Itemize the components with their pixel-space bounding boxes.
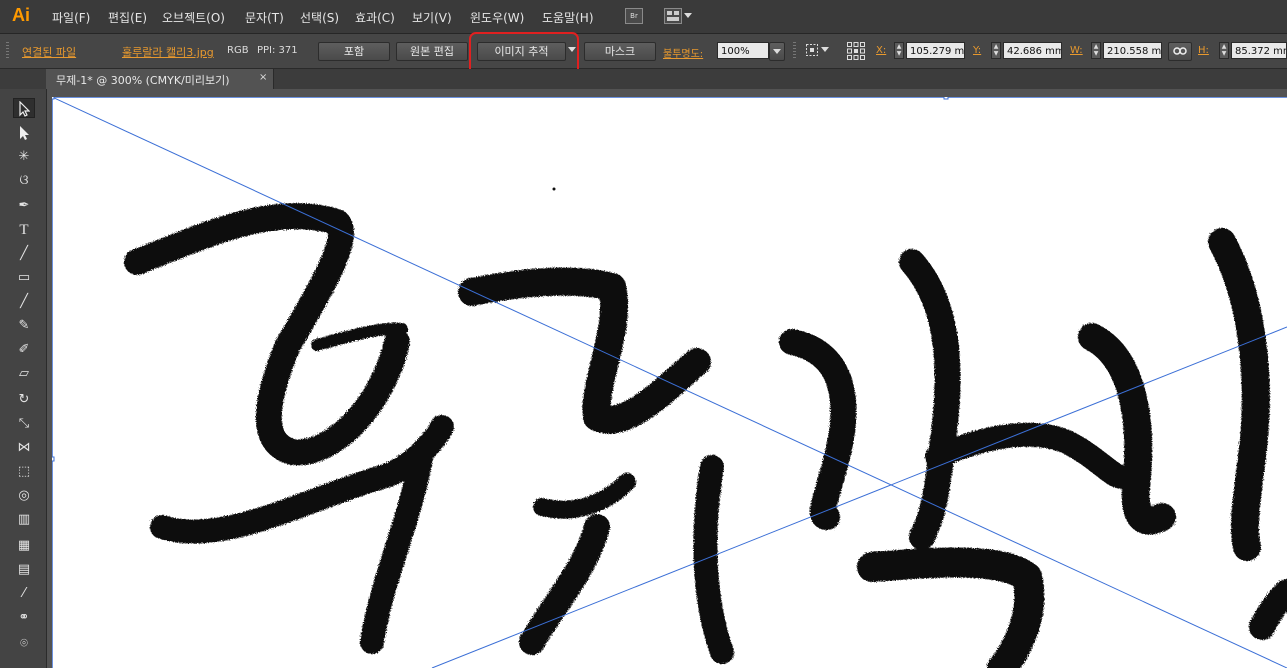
align-to-icon[interactable] <box>805 43 819 60</box>
h-field[interactable]: 85.372 mm <box>1231 42 1287 59</box>
color-mode: RGB <box>227 45 249 56</box>
artboard[interactable] <box>52 97 1287 668</box>
mask-button[interactable]: 마스크 <box>584 42 656 61</box>
lasso-tool-icon[interactable]: ଓ <box>13 171 35 191</box>
control-bar-separator <box>793 42 796 60</box>
document-tab[interactable]: 무제-1* @ 300% (CMYK/미리보기) × <box>46 69 274 89</box>
scale-tool-icon[interactable]: ⤡ <box>13 414 35 434</box>
blob-brush-tool-icon[interactable]: ✐ <box>13 340 35 360</box>
pencil-tool-icon[interactable]: ✎ <box>13 316 35 336</box>
rectangle-tool-icon[interactable]: ▭ <box>13 268 35 288</box>
menu-view[interactable]: 보기(V) <box>412 9 452 26</box>
selection-tool-icon[interactable] <box>13 98 35 118</box>
linked-file-link[interactable]: 연결된 파일 <box>22 44 76 60</box>
menu-edit[interactable]: 편집(E) <box>108 9 147 26</box>
workspace-dropdown-icon[interactable] <box>684 13 692 18</box>
mesh-tool-icon[interactable]: ▦ <box>13 536 35 556</box>
reference-point-icon[interactable] <box>846 41 866 64</box>
menu-file[interactable]: 파일(F) <box>52 9 90 26</box>
line-tool-icon[interactable]: ╱ <box>13 244 35 264</box>
y-stepper[interactable]: ▲ ▼ <box>991 42 1001 59</box>
w-stepper[interactable]: ▲ ▼ <box>1091 42 1101 59</box>
menu-help[interactable]: 도움말(H) <box>542 9 594 26</box>
menu-type[interactable]: 문자(T) <box>245 9 284 26</box>
width-tool-icon[interactable]: ⋈ <box>13 438 35 458</box>
direct-selection-tool-icon[interactable] <box>13 123 35 143</box>
menu-bar: Ai 파일(F) 편집(E) 오브젝트(O) 문자(T) 선택(S) 효과(C)… <box>0 0 1287 34</box>
document-tab-label: 무제-1* @ 300% (CMYK/미리보기) <box>56 74 230 87</box>
app-logo: Ai <box>12 5 30 25</box>
selection-handle[interactable] <box>52 97 55 100</box>
control-bar-grip[interactable] <box>6 42 9 60</box>
eraser-tool-icon[interactable]: ▱ <box>13 364 35 384</box>
file-name-link[interactable]: 훌루랄라 캘리3.jpg <box>122 44 214 60</box>
y-label: Y: <box>973 45 982 56</box>
h-label: H: <box>1198 45 1209 56</box>
rotate-tool-icon[interactable]: ↻ <box>13 390 35 410</box>
x-field[interactable]: 105.279 mm <box>906 42 965 59</box>
menu-effect[interactable]: 효과(C) <box>355 9 395 26</box>
bridge-icon[interactable]: Br <box>625 8 643 24</box>
h-stepper[interactable]: ▲ ▼ <box>1219 42 1229 59</box>
y-field[interactable]: 42.686 mm <box>1003 42 1062 59</box>
menu-window[interactable]: 윈도우(W) <box>470 9 524 26</box>
ppi-value: PPI: 371 <box>257 45 298 56</box>
gradient-tool-icon[interactable]: ▤ <box>13 560 35 580</box>
paintbrush-tool-icon[interactable]: ╱ <box>13 292 35 312</box>
graph-tool-icon[interactable]: ▥ <box>13 510 35 530</box>
edit-original-button[interactable]: 원본 편집 <box>396 42 468 61</box>
close-icon[interactable]: × <box>259 72 267 83</box>
symbol-sprayer-tool-icon[interactable]: ⌾ <box>13 634 35 654</box>
control-bar: 연결된 파일 훌루랄라 캘리3.jpg RGB PPI: 371 포함 원본 편… <box>0 34 1287 69</box>
selection-diagonal-line <box>52 97 1287 668</box>
image-speck <box>552 187 556 191</box>
pen-tool-icon[interactable]: ✒ <box>13 196 35 216</box>
x-stepper[interactable]: ▲ ▼ <box>894 42 904 59</box>
free-transform-tool-icon[interactable]: ⬚ <box>13 462 35 482</box>
align-dropdown-icon[interactable] <box>821 47 829 52</box>
w-label: W: <box>1070 45 1083 56</box>
constrain-proportions-link-icon[interactable] <box>1168 42 1192 61</box>
selection-handle[interactable] <box>943 97 949 100</box>
menu-select[interactable]: 선택(S) <box>300 9 339 26</box>
selection-diagonal-line <box>431 326 1287 668</box>
selection-handle[interactable] <box>52 456 55 462</box>
opacity-dropdown[interactable] <box>769 42 785 61</box>
menu-object[interactable]: 오브젝트(O) <box>162 9 225 26</box>
tools-panel: ▸▸ ✳ ଓ ✒ T ╱ ▭ ╱ ✎ ✐ ▱ ↻ ⤡ ⋈ ⬚ ◎ ▥ ▦ ▤ ⁄… <box>0 69 47 668</box>
x-label: X: <box>876 45 887 56</box>
w-field[interactable]: 210.558 mm <box>1103 42 1162 59</box>
opacity-label[interactable]: 불투명도: <box>663 45 703 60</box>
embed-button[interactable]: 포함 <box>318 42 390 61</box>
magic-wand-tool-icon[interactable]: ✳ <box>13 147 35 167</box>
opacity-field[interactable]: 100% <box>717 42 769 59</box>
type-tool-icon[interactable]: T <box>13 220 35 240</box>
opacity-dropdown-icon <box>773 49 781 54</box>
placed-calligraphy-image[interactable] <box>52 97 1287 668</box>
eyedropper-tool-icon[interactable]: ⁄ <box>13 584 35 604</box>
canvas-area[interactable] <box>47 89 1287 668</box>
blend-tool-icon[interactable]: ⚭ <box>13 608 35 628</box>
document-tab-row: 무제-1* @ 300% (CMYK/미리보기) × <box>0 69 1287 89</box>
shape-builder-tool-icon[interactable]: ◎ <box>13 486 35 506</box>
workspace-layout-icon[interactable] <box>664 8 682 24</box>
